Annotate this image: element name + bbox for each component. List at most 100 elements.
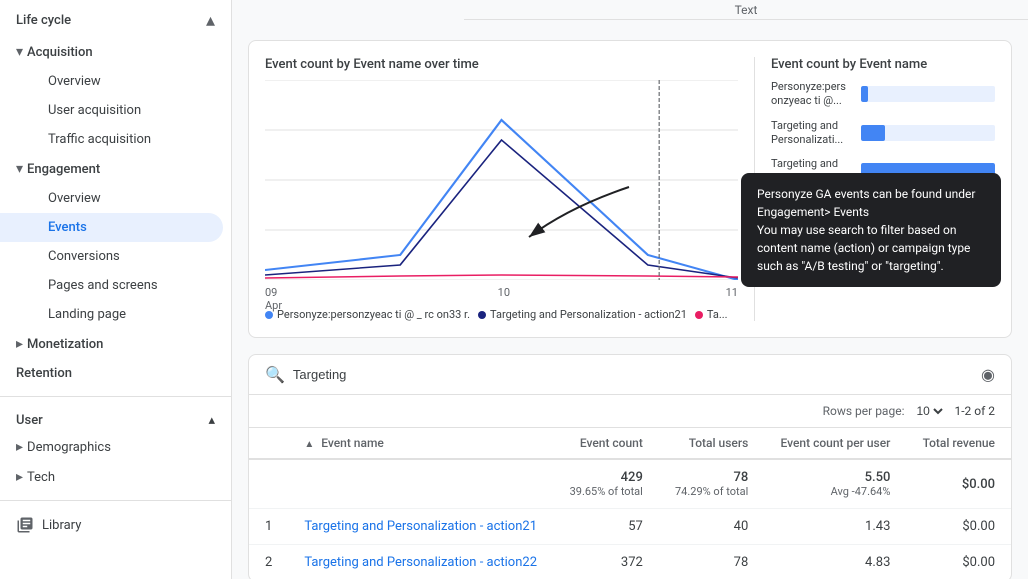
summary-total-revenue: $0.00 xyxy=(906,459,1011,509)
demographics-label: Demographics xyxy=(27,440,111,455)
search-bar: 🔍 ◉ xyxy=(249,355,1011,395)
search-icon: 🔍 xyxy=(265,365,285,384)
sidebar-tech-group[interactable]: ▸ Tech xyxy=(0,462,231,492)
engagement-arrow: ▾ xyxy=(16,161,23,177)
sidebar-item-traffic-acquisition[interactable]: Traffic acquisition xyxy=(0,125,223,154)
sidebar-monetization-group[interactable]: ▸ Monetization xyxy=(0,329,231,359)
user-chevron: ▴ xyxy=(208,413,215,428)
bar-track-1 xyxy=(861,86,995,102)
overview-acq-label: Overview xyxy=(48,74,101,89)
tooltip-box: Personyze GA events can be found under E… xyxy=(741,173,1001,287)
summary-event-count-sub: 39.65% of total xyxy=(569,485,642,498)
library-label: Library xyxy=(42,518,81,533)
summary-name xyxy=(288,459,553,509)
th-num xyxy=(249,428,288,459)
user-section-header: User ▴ xyxy=(0,405,231,432)
line-chart-area: 400 300 200 100 xyxy=(265,80,738,300)
clear-icon[interactable]: ◉ xyxy=(981,365,995,384)
monetization-arrow: ▸ xyxy=(16,336,23,352)
engagement-label: Engagement xyxy=(27,162,100,177)
row1-num: 1 xyxy=(249,509,288,545)
acquisition-label: Acquisition xyxy=(27,45,93,60)
bar-row-2: Targeting andPersonalizati... xyxy=(771,119,995,148)
sidebar-item-user-acquisition[interactable]: User acquisition xyxy=(0,96,223,125)
user-label: User xyxy=(16,413,43,428)
line-chart-title: Event count by Event name over time xyxy=(265,57,738,72)
bar-track-2 xyxy=(861,125,995,141)
summary-total-users: 78 74.29% of total xyxy=(659,459,764,509)
row1-name: Targeting and Personalization - action21 xyxy=(288,509,553,545)
table-summary-row: 429 39.65% of total 78 74.29% of total 5… xyxy=(249,459,1011,509)
sidebar-divider1 xyxy=(0,396,231,397)
rows-per-page-select[interactable]: 10 25 50 xyxy=(912,403,946,419)
row2-event-count: 372 xyxy=(553,545,658,579)
user-acquisition-label: User acquisition xyxy=(48,103,141,118)
sidebar-retention-group[interactable]: Retention xyxy=(0,359,231,388)
line-chart-section: Event count by Event name over time 400 … xyxy=(265,57,755,321)
retention-label: Retention xyxy=(16,366,72,381)
search-input[interactable] xyxy=(293,367,973,382)
demographics-arrow: ▸ xyxy=(16,439,23,455)
row2-name-link[interactable]: Targeting and Personalization - action22 xyxy=(304,555,537,570)
th-event-count-label: Event count xyxy=(580,436,643,450)
bar-label-1: Personyze:personzyeac ti @... xyxy=(771,80,861,109)
top-bar-text: Text xyxy=(735,3,758,17)
line-chart-svg: 400 300 200 100 xyxy=(265,80,738,280)
th-event-count[interactable]: Event count xyxy=(553,428,658,459)
sidebar-acquisition-group[interactable]: ▾ Acquisition xyxy=(0,37,231,67)
row2-total-users: 78 xyxy=(659,545,764,579)
sidebar-engagement-group[interactable]: ▾ Engagement xyxy=(0,154,231,184)
table-row: 2 Targeting and Personalization - action… xyxy=(249,545,1011,579)
sidebar-item-pages-screens[interactable]: Pages and screens xyxy=(0,271,223,300)
data-table: ▲ Event name Event count Total users Eve… xyxy=(249,428,1011,579)
bar-fill-2 xyxy=(861,125,885,141)
sidebar-demographics-group[interactable]: ▸ Demographics xyxy=(0,432,231,462)
summary-event-count-value: 429 xyxy=(569,470,642,485)
row2-ecpu: 4.83 xyxy=(764,545,906,579)
overview-eng-label: Overview xyxy=(48,191,101,206)
summary-total-users-value: 78 xyxy=(675,470,748,485)
row2-name: Targeting and Personalization - action22 xyxy=(288,545,553,579)
top-text-bar: Text xyxy=(464,0,1028,20)
sidebar-item-overview-acq[interactable]: Overview xyxy=(0,67,223,96)
sort-arrow-icon: ▲ xyxy=(304,439,314,450)
row2-num: 2 xyxy=(249,545,288,579)
sidebar-item-events[interactable]: Events xyxy=(0,213,223,242)
table-controls: Rows per page: 10 25 50 1-2 of 2 xyxy=(249,395,1011,428)
sidebar-item-overview-eng[interactable]: Overview xyxy=(0,184,223,213)
row1-revenue: $0.00 xyxy=(906,509,1011,545)
th-total-users[interactable]: Total users xyxy=(659,428,764,459)
summary-event-count-per-user: 5.50 Avg -47.64% xyxy=(764,459,906,509)
x-label-09: 09Apr xyxy=(265,286,282,312)
table-section: 🔍 ◉ Rows per page: 10 25 50 1-2 of 2 xyxy=(248,354,1012,579)
row1-ecpu: 1.43 xyxy=(764,509,906,545)
summary-ecpu-value: 5.50 xyxy=(780,470,890,485)
charts-row: Event count by Event name over time 400 … xyxy=(248,40,1012,338)
sidebar-item-landing-page[interactable]: Landing page xyxy=(0,300,223,329)
th-event-name-label: Event name xyxy=(321,436,384,450)
traffic-acquisition-label: Traffic acquisition xyxy=(48,132,151,147)
tech-arrow: ▸ xyxy=(16,469,23,485)
th-event-name[interactable]: ▲ Event name xyxy=(288,428,553,459)
rows-per-page-label: Rows per page: xyxy=(823,404,905,418)
row2-revenue: $0.00 xyxy=(906,545,1011,579)
tech-label: Tech xyxy=(27,470,55,485)
sidebar-item-conversions[interactable]: Conversions xyxy=(0,242,223,271)
th-total-revenue-label: Total revenue xyxy=(923,436,995,450)
bar-fill-1 xyxy=(861,86,868,102)
th-event-count-per-user[interactable]: Event count per user xyxy=(764,428,906,459)
lifecycle-section-header[interactable]: Life cycle ▴ xyxy=(0,0,231,37)
row1-event-count: 57 xyxy=(553,509,658,545)
th-total-revenue[interactable]: Total revenue xyxy=(906,428,1011,459)
sidebar-library[interactable]: Library xyxy=(0,509,231,541)
x-label-10: 10 xyxy=(498,286,510,312)
main-content: Event count by Event name over time 400 … xyxy=(232,20,1028,579)
row1-total-users: 40 xyxy=(659,509,764,545)
lifecycle-label: Life cycle xyxy=(16,13,71,28)
summary-ecpu-sub: Avg -47.64% xyxy=(780,485,890,498)
sidebar: Life cycle ▴ ▾ Acquisition Overview User… xyxy=(0,0,232,579)
summary-total-users-sub: 74.29% of total xyxy=(675,485,748,498)
row1-name-link[interactable]: Targeting and Personalization - action21 xyxy=(304,519,537,534)
x-label-11: 11 xyxy=(726,286,738,312)
lifecycle-chevron: ▴ xyxy=(206,10,215,31)
